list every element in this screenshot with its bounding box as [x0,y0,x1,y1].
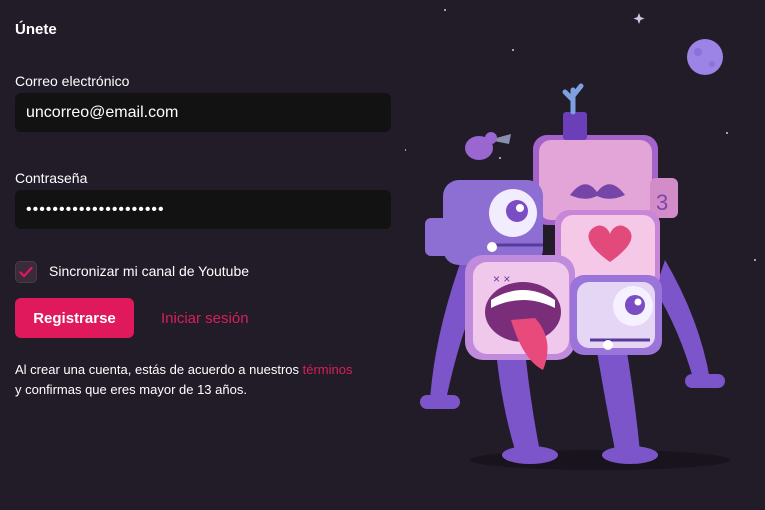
illustration-area: 3 × × [402,0,765,505]
monster-illustration: 3 × × [402,9,756,470]
check-icon [19,266,33,278]
sync-youtube-checkbox[interactable] [15,261,37,283]
email-field[interactable] [15,93,391,132]
login-link[interactable]: Iniciar sesión [161,310,249,327]
terms-link[interactable]: términos [303,362,353,377]
password-field[interactable] [15,190,391,229]
svg-text:× ×: × × [493,272,510,286]
password-label: Contraseña [15,170,88,186]
email-label: Correo electrónico [15,73,130,89]
terms-prefix: Al crear una cuenta, estás de acuerdo a … [15,362,303,377]
moon-icon [687,39,723,75]
form-title: Únete [15,21,57,38]
terms-text: Al crear una cuenta, estás de acuerdo a … [15,360,405,400]
terms-suffix: y confirmas que eres mayor de 13 años. [15,382,247,397]
svg-text:3: 3 [656,190,668,215]
signup-panel: Únete Correo electrónico Contraseña Sinc… [0,0,405,505]
register-button[interactable]: Registrarse [15,298,134,338]
sync-youtube-label: Sincronizar mi canal de Youtube [49,263,250,279]
